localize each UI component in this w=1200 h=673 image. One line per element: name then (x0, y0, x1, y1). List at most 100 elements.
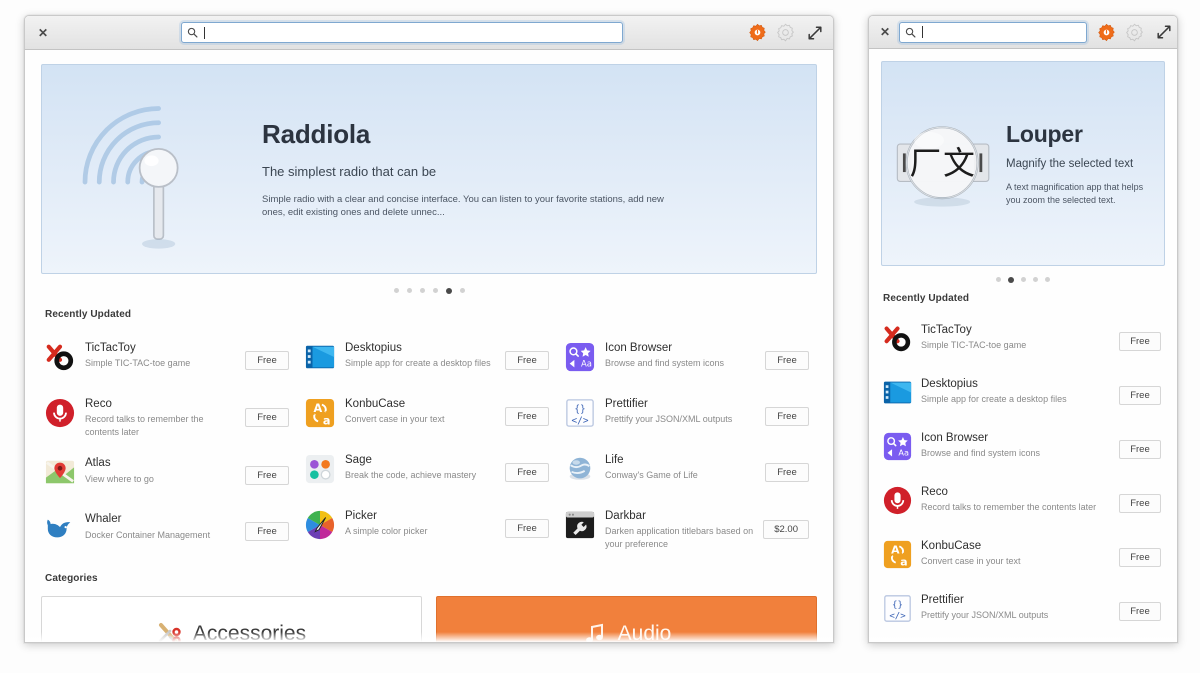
app-row[interactable]: Aa KonbuCase Convert case in your text Free (881, 530, 1165, 584)
atlas-map-icon (45, 457, 75, 487)
price-button[interactable]: Free (245, 521, 289, 541)
app-row[interactable]: Reco Record talks to remember the content… (881, 476, 1165, 530)
gear-inactive-icon[interactable] (776, 23, 795, 42)
carousel-dot[interactable] (419, 288, 425, 293)
appcenter-side-window[interactable]: ✕ 厂 文 Louper Magnify the selected text A… (868, 15, 1178, 643)
price-button[interactable]: Free (245, 465, 289, 485)
gear-active-icon[interactable] (1097, 23, 1116, 42)
price-button[interactable]: Free (1119, 547, 1161, 567)
app-meta: KonbuCase Convert case in your text (921, 539, 1119, 568)
search-input[interactable] (180, 22, 623, 43)
svg-text:a: a (900, 555, 907, 568)
price-button[interactable]: Free (1119, 331, 1161, 351)
app-description: A simple color picker (345, 526, 428, 537)
carousel-dot[interactable] (445, 287, 452, 294)
reco-mic-icon (883, 486, 912, 515)
app-meta: Icon Browser Browse and find system icons (605, 341, 765, 370)
carousel-dot[interactable] (406, 288, 412, 293)
carousel-dot[interactable] (1021, 277, 1026, 282)
app-row[interactable]: Desktopius Simple app for create a deskto… (881, 368, 1165, 422)
carousel-dot[interactable] (1008, 276, 1014, 283)
price-button[interactable]: Free (245, 350, 289, 370)
price-button[interactable]: Free (1119, 439, 1161, 459)
price-button[interactable]: Free (765, 406, 809, 426)
app-name: TicTacToy (921, 324, 972, 336)
app-row[interactable]: {} </> Prettifier Prettify your JSON/XML ou… (561, 388, 817, 444)
carousel-dots-side[interactable] (881, 266, 1165, 289)
price-button[interactable]: Free (245, 408, 289, 428)
price-button[interactable]: Free (505, 350, 549, 370)
app-name: Reco (921, 486, 948, 498)
carousel-dots-main[interactable] (41, 274, 817, 303)
app-name: Life (605, 454, 624, 466)
gear-active-icon[interactable] (748, 23, 767, 42)
app-row[interactable]: Aa Icon Browser Browse and find system ico… (561, 332, 817, 388)
categories-grid: Accessories Audio (41, 596, 817, 642)
carousel-dot[interactable] (432, 288, 438, 293)
carousel-dot[interactable] (996, 277, 1001, 282)
app-column-2: Desktopius Simple app for create a deskto… (301, 332, 557, 559)
reco-mic-icon (45, 398, 75, 428)
app-row[interactable]: TicTacToy Simple TIC-TAC-toe game Free (881, 314, 1165, 368)
app-row[interactable]: TicTacToy Simple TIC-TAC-toe game Free (41, 332, 297, 388)
app-name: Icon Browser (605, 342, 673, 354)
price-button[interactable]: Free (1119, 493, 1161, 513)
app-meta: Darkbar Darken application titlebars base… (605, 509, 763, 550)
carousel-dot[interactable] (1045, 277, 1050, 282)
app-row[interactable]: Sage Break the code, achieve mastery Free (301, 444, 557, 500)
app-row[interactable]: Desktopius Simple app for create a deskto… (301, 332, 557, 388)
featured-banner-louper[interactable]: 厂 文 Louper Magnify the selected text A t… (881, 61, 1165, 266)
svg-text:厂: 厂 (909, 146, 941, 182)
app-meta: Reco Record talks to remember the content… (921, 485, 1119, 514)
app-meta: Prettifier Prettify your JSON/XML outputs (605, 397, 765, 426)
app-row[interactable]: Atlas View where to go Free (41, 447, 297, 503)
price-button[interactable]: Free (505, 462, 549, 482)
app-name: Darkbar (605, 510, 646, 522)
app-row[interactable]: Aa KonbuCase Convert case in your text Free (301, 388, 557, 444)
price-button[interactable]: $2.00 (763, 520, 809, 540)
expand-icon[interactable] (1156, 24, 1172, 40)
darkbar-icon (565, 510, 595, 540)
close-icon[interactable]: ✕ (35, 25, 51, 41)
carousel-dot[interactable] (393, 288, 399, 293)
carousel-dot[interactable] (459, 288, 465, 293)
category-card-accessories[interactable]: Accessories (41, 596, 422, 642)
app-meta: Atlas View where to go (85, 456, 245, 485)
app-row[interactable]: Life Conway's Game of Life Free (561, 444, 817, 500)
side-titlebar[interactable]: ✕ (869, 16, 1177, 49)
search-container (51, 22, 738, 43)
app-description: Simple TIC-TAC-toe game (85, 358, 191, 369)
search-input[interactable] (899, 21, 1087, 43)
konbucase-icon: Aa (883, 540, 912, 569)
carousel-dot[interactable] (1033, 277, 1038, 282)
app-row[interactable]: Whaler Docker Container Management Free (41, 503, 297, 559)
main-titlebar[interactable]: ✕ (25, 16, 833, 50)
expand-icon[interactable] (807, 25, 823, 41)
konbucase-icon: Aa (305, 398, 335, 428)
gear-inactive-icon[interactable] (1125, 23, 1144, 42)
price-button[interactable]: Free (765, 462, 809, 482)
app-row[interactable]: Reco Record talks to remember the content… (41, 388, 297, 447)
main-scroll-area[interactable]: Raddiola The simplest radio that can be … (25, 50, 833, 642)
app-row[interactable]: {} </> Prettifier Prettify your JSON/XML ou… (881, 584, 1165, 638)
price-button[interactable]: Free (765, 350, 809, 370)
price-button[interactable]: Free (1119, 601, 1161, 621)
price-button[interactable]: Free (505, 406, 549, 426)
featured-banner-raddiola[interactable]: Raddiola The simplest radio that can be … (41, 64, 817, 274)
radio-antenna-icon (66, 84, 256, 254)
app-row[interactable]: Aa Icon Browser Browse and find system ico… (881, 422, 1165, 476)
svg-text:Aa: Aa (898, 448, 909, 458)
close-icon[interactable]: ✕ (877, 24, 893, 40)
app-description: Simple app for create a desktop files (345, 358, 491, 369)
price-button[interactable]: Free (1119, 385, 1161, 405)
app-meta: Desktopius Simple app for create a deskto… (921, 377, 1119, 406)
titlebar-actions (748, 23, 823, 42)
appcenter-main-window[interactable]: ✕ Raddiola The simplest radio that can b… (24, 15, 834, 643)
search-container (893, 21, 1087, 43)
price-button[interactable]: Free (505, 518, 549, 538)
app-row[interactable]: Picker A simple color picker Free (301, 500, 557, 556)
category-card-audio[interactable]: Audio (436, 596, 817, 642)
app-row[interactable]: Darkbar Darken application titlebars base… (561, 500, 817, 559)
side-scroll-area[interactable]: 厂 文 Louper Magnify the selected text A t… (869, 49, 1177, 638)
section-heading-recently-updated: Recently Updated (45, 309, 132, 320)
